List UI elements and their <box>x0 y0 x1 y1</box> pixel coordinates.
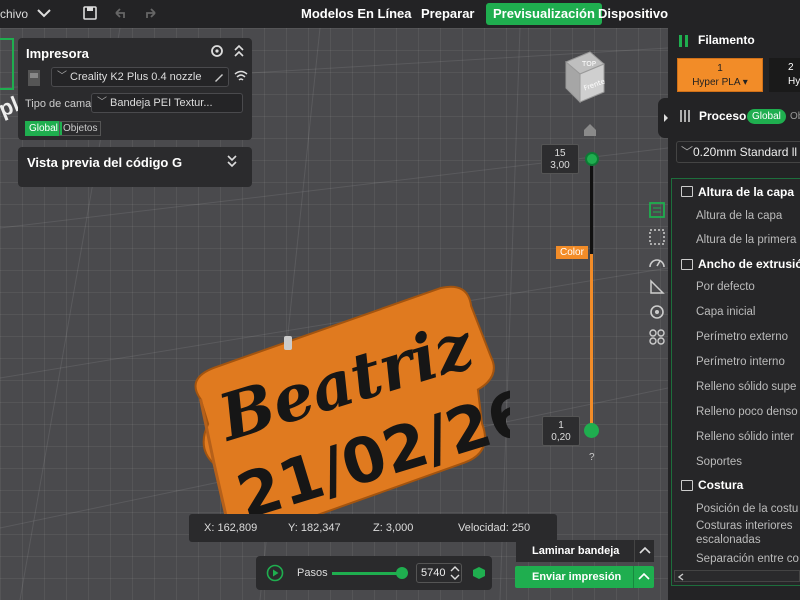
layer-track-upper <box>590 158 593 256</box>
setting-inner-wall-width[interactable]: Perímetro interno <box>696 356 785 368</box>
layer-slider-bottom-handle[interactable] <box>584 423 599 438</box>
chevron-up-icon <box>638 572 650 580</box>
process-tab-global[interactable]: Global <box>747 109 786 124</box>
filament-title: Filamento <box>698 33 755 47</box>
layer-height-icon <box>681 186 693 197</box>
setting-first-layer-height[interactable]: Altura de la primera <box>696 234 796 246</box>
help-icon[interactable]: ? <box>589 452 595 463</box>
collapse-icon[interactable] <box>233 44 245 58</box>
setting-initial-layer-width[interactable]: Capa inicial <box>696 306 755 318</box>
top-bar: chivo Modelos En Línea Preparar Previsua… <box>0 0 800 28</box>
group-layer-height[interactable]: Altura de la capa <box>698 185 794 199</box>
printer-select[interactable]: ﹀ Creality K2 Plus 0.4 nozzle <box>51 67 229 87</box>
chevron-up-icon <box>639 546 651 554</box>
steps-bar: Pasos 5740 <box>256 556 492 590</box>
filament-icon <box>679 35 688 47</box>
layer-slider-top-handle[interactable] <box>585 152 599 166</box>
slice-plate-button[interactable]: Laminar bandeja <box>516 540 634 562</box>
tab-device[interactable]: Dispositivo <box>591 3 675 25</box>
printer-panel-title: Impresora <box>26 46 89 61</box>
view-cube[interactable]: TOP Frente <box>556 40 612 120</box>
save-icon[interactable] <box>82 5 98 21</box>
position-status-bar: X: 162,809 Y: 182,347 Z: 3,000 Velocidad… <box>189 514 557 542</box>
tab-online-models[interactable]: Modelos En Línea <box>294 3 419 25</box>
setting-seam-gap[interactable]: Separación entre co <box>696 553 799 565</box>
gcode-preview-panel[interactable]: Vista previa del código G <box>18 147 252 187</box>
collapse-panel-toggle[interactable] <box>658 98 668 138</box>
bed-type-label: Tipo de cama <box>25 98 92 110</box>
setting-layer-height[interactable]: Altura de la capa <box>696 210 782 222</box>
color-tag: Color <box>556 246 588 259</box>
layer-top-readout: 15 3,00 <box>541 144 579 174</box>
process-title: Proceso <box>699 109 747 123</box>
setting-seam-position[interactable]: Posición de la costu <box>696 503 798 515</box>
grid-view-icon[interactable] <box>647 227 667 247</box>
setting-staggered-seams[interactable]: Costuras interiores <box>696 520 793 532</box>
object-marker <box>284 336 292 350</box>
settings-sidebar: Filamento 1 Hyper PLA ▾ 2 Hyp Proceso Gl… <box>668 28 800 600</box>
bed-type-select[interactable]: ﹀ Bandeja PEI Textur... <box>91 93 243 113</box>
layer-bottom-readout: 1 0,20 <box>542 416 580 446</box>
z-coordinate: Z: 3,000 <box>373 522 414 534</box>
printer-icon <box>28 70 40 86</box>
layers-view-icon[interactable] <box>647 200 667 220</box>
tab-prepare[interactable]: Preparar <box>414 3 481 25</box>
fan-icon[interactable] <box>647 327 667 347</box>
plate-selector[interactable] <box>0 38 14 90</box>
filament-slot-1[interactable]: 1 Hyper PLA ▾ <box>677 58 763 92</box>
measure-icon[interactable] <box>647 277 667 297</box>
file-menu[interactable]: chivo <box>0 7 28 21</box>
stepper-arrows-icon[interactable] <box>450 565 460 581</box>
setting-sparse-infill-width[interactable]: Relleno poco denso <box>696 406 798 418</box>
setting-staggered-seams-cont: escalonadas <box>696 534 761 546</box>
setting-top-solid-infill-width[interactable]: Relleno sólido supe <box>696 381 796 393</box>
extrusion-width-icon <box>681 259 693 270</box>
chevron-down-icon[interactable] <box>36 5 52 21</box>
speed-gauge-icon[interactable] <box>647 253 667 273</box>
setting-internal-solid-infill-width[interactable]: Relleno sólido inter <box>696 431 794 443</box>
layer-track-range <box>590 254 593 430</box>
model-preview[interactable]: Beatriz 21/02/26 <box>180 283 510 523</box>
expand-icon[interactable] <box>226 154 238 168</box>
x-coordinate: X: 162,809 <box>204 522 258 534</box>
cube-icon[interactable] <box>472 566 486 580</box>
gear-icon[interactable] <box>210 44 224 58</box>
process-sliders-icon <box>680 110 690 122</box>
scope-tab-global[interactable]: Global <box>25 121 62 136</box>
svg-text:TOP: TOP <box>581 60 596 68</box>
seam-icon <box>681 480 693 491</box>
process-tab-objects[interactable]: Ob <box>785 109 800 124</box>
slice-options-button[interactable] <box>634 540 654 562</box>
filament-slot-2[interactable]: 2 Hyp <box>769 58 800 92</box>
setting-outer-wall-width[interactable]: Perímetro externo <box>696 331 788 343</box>
settings-gear-icon[interactable] <box>647 302 667 322</box>
process-preset-select[interactable]: ﹀ 0.20mm Standard ll <box>676 141 800 163</box>
setting-default-width[interactable]: Por defecto <box>696 281 755 293</box>
steps-slider-track[interactable] <box>332 572 402 575</box>
steps-label: Pasos <box>297 567 328 579</box>
home-icon[interactable] <box>582 122 598 138</box>
speed-readout: Velocidad: 250 <box>458 522 531 534</box>
undo-icon[interactable] <box>112 5 128 21</box>
send-options-button[interactable] <box>633 566 654 588</box>
horizontal-scrollbar[interactable] <box>674 570 800 582</box>
gcode-preview-title: Vista previa del código G <box>27 155 183 170</box>
redo-icon[interactable] <box>143 5 159 21</box>
y-coordinate: Y: 182,347 <box>288 522 341 534</box>
tab-preview[interactable]: Previsualización <box>486 3 602 25</box>
wifi-icon[interactable] <box>234 69 248 83</box>
steps-slider-handle[interactable] <box>396 567 408 579</box>
group-seam[interactable]: Costura <box>698 478 743 492</box>
group-extrusion-width[interactable]: Ancho de extrusión <box>698 257 800 271</box>
send-print-button[interactable]: Enviar impresión <box>515 566 633 588</box>
scope-tab-objects[interactable]: Objetos <box>59 121 102 136</box>
play-icon[interactable] <box>266 564 284 582</box>
printer-panel: Impresora ﹀ Creality K2 Plus 0.4 nozzle T… <box>18 38 252 140</box>
setting-support-width[interactable]: Soportes <box>696 456 742 468</box>
process-settings-list: Altura de la capa Altura de la capa Altu… <box>671 178 800 586</box>
edit-pencil-icon[interactable] <box>213 71 225 83</box>
